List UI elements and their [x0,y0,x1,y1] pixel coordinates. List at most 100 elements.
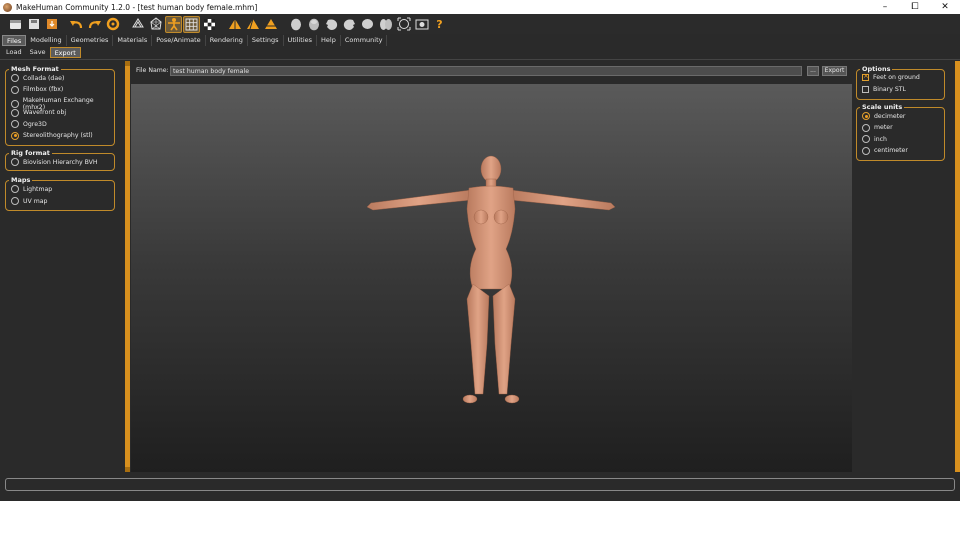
tab-pose-animate[interactable]: Pose/Animate [152,35,206,46]
head-bottom-icon[interactable] [377,16,394,33]
save-icon[interactable] [25,16,42,33]
unit-option-inch[interactable]: inch [862,135,887,143]
rig-option-bvh[interactable]: Biovision Hierarchy BVH [11,158,98,166]
head-top-icon[interactable] [359,16,376,33]
radio-selected-icon[interactable] [11,131,19,140]
tab-divider [0,59,960,60]
mesh-option-stl[interactable]: Stereolithography (stl) [11,131,93,140]
main-toolbar: ? [0,14,960,34]
unit-option-centimeter[interactable]: centimeter [862,146,908,155]
tab-files[interactable]: Files [2,35,27,46]
human-model [366,155,616,404]
maps-option-uvmap[interactable]: UV map [11,197,47,205]
export-icon[interactable] [43,16,60,33]
close-button[interactable]: ✕ [930,0,960,14]
background-icon[interactable] [201,16,218,33]
mesh-option-label: Stereolithography (stl) [23,132,93,139]
radio-selected-icon[interactable] [862,112,870,120]
smooth-icon[interactable] [129,16,146,33]
top-view-icon[interactable] [262,16,279,33]
option-binary-stl[interactable]: Binary STL [862,85,906,93]
radio-icon[interactable] [11,197,19,205]
side-view-icon[interactable] [244,16,261,33]
unit-option-label: decimeter [874,112,906,120]
option-label: Feet on ground [873,74,920,81]
screenshot-icon[interactable] [413,16,430,33]
3d-viewport[interactable] [131,84,852,472]
front-view-icon[interactable] [226,16,243,33]
scroll-up-arrow-icon[interactable] [125,61,130,66]
radio-icon[interactable] [862,146,870,155]
tab-utilities[interactable]: Utilities [284,35,318,46]
tab-load[interactable]: Load [2,47,26,58]
scroll-down-arrow-icon[interactable] [125,467,130,472]
export-button[interactable]: Export [822,66,847,76]
minimize-button[interactable]: – [870,0,900,14]
unit-option-meter[interactable]: meter [862,123,893,132]
radio-icon[interactable] [11,120,19,128]
rig-option-label: Biovision Hierarchy BVH [23,158,98,166]
file-name-input[interactable] [170,66,802,76]
tab-modelling[interactable]: Modelling [26,35,67,46]
left-panel-scrollbar[interactable] [125,61,130,472]
radio-icon[interactable] [11,158,19,166]
window-titlebar: MakeHuman Community 1.2.0 - [test human … [0,0,960,14]
status-bar [5,478,955,491]
tab-save[interactable]: Save [26,47,50,58]
radio-icon[interactable] [862,123,870,132]
radio-icon[interactable] [11,108,19,117]
radio-icon[interactable] [11,85,19,94]
right-panel-scrollbar[interactable] [955,61,960,472]
file-new-icon[interactable] [7,16,24,33]
mesh-format-title: Mesh Format [9,65,61,73]
file-name-label: File Name: [136,67,169,74]
rig-format-title: Rig format [9,149,52,157]
redo-icon[interactable] [86,16,103,33]
head-left-icon[interactable] [323,16,340,33]
maps-option-label: Lightmap [23,185,53,193]
main-tabs: Files Modelling Geometries Materials Pos… [2,35,388,46]
scale-units-group: Scale units decimeter meter inch centime… [856,103,945,161]
unit-option-label: meter [874,124,893,131]
head-front-icon[interactable] [287,16,304,33]
radio-icon[interactable] [11,185,19,193]
mesh-option-ogre3d[interactable]: Ogre3D [11,120,47,128]
reset-icon[interactable] [104,16,121,33]
tab-help[interactable]: Help [317,35,341,46]
tab-materials[interactable]: Materials [113,35,153,46]
tab-community[interactable]: Community [341,35,388,46]
tab-export[interactable]: Export [49,47,81,58]
wireframe-icon[interactable] [147,16,164,33]
maps-option-lightmap[interactable]: Lightmap [11,185,52,193]
checkbox-icon[interactable] [862,85,869,93]
radio-icon[interactable] [11,100,19,108]
pose-icon[interactable] [165,15,182,33]
app-area: ? Files Modelling Geometries Materials P… [0,14,960,501]
unit-option-decimeter[interactable]: decimeter [862,112,905,120]
undo-icon[interactable] [68,16,85,33]
tab-settings[interactable]: Settings [248,35,284,46]
mesh-format-group: Mesh Format Collada (dae) Filmbox (fbx) … [5,65,115,146]
mesh-option-fbx[interactable]: Filmbox (fbx) [11,85,64,94]
tab-rendering[interactable]: Rendering [206,35,248,46]
head-right-icon[interactable] [341,16,358,33]
mesh-option-label: Filmbox (fbx) [23,86,64,93]
checkbox-checked-icon[interactable] [862,72,869,81]
mesh-option-collada[interactable]: Collada (dae) [11,74,64,82]
radio-icon[interactable] [11,74,19,82]
grid-icon[interactable] [183,15,200,33]
radio-icon[interactable] [862,135,870,143]
sub-tabs: Load Save Export [2,47,81,58]
rig-format-group: Rig format Biovision Hierarchy BVH [5,149,115,171]
unit-option-label: inch [874,135,887,143]
reset-camera-icon[interactable] [395,16,412,33]
head-back-icon[interactable] [305,16,322,33]
browse-button[interactable]: ... [807,66,819,76]
option-feet-on-ground[interactable]: Feet on ground [862,72,920,81]
options-group: Options Feet on ground Binary STL [856,65,945,100]
makehuman-logo-icon [3,2,12,12]
maximize-button[interactable]: ⧠ [900,0,930,14]
tab-geometries[interactable]: Geometries [67,35,114,46]
help-icon[interactable]: ? [431,16,448,33]
mesh-option-obj[interactable]: Wavefront obj [11,108,66,117]
